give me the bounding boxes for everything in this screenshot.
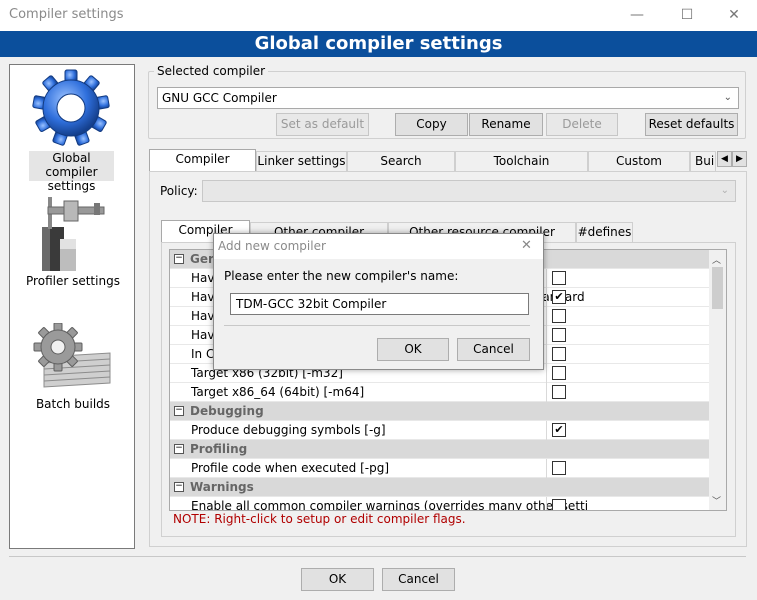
flag-checkbox[interactable] — [552, 461, 566, 475]
column-divider — [546, 269, 547, 288]
column-divider — [546, 383, 547, 402]
settings-nav: Global compiler settings Profiler settin… — [9, 64, 135, 549]
chevron-down-icon: ⌄ — [720, 185, 729, 196]
subtab-defines[interactable]: #defines — [576, 222, 633, 242]
reset-defaults-button[interactable]: Reset defaults — [645, 113, 738, 136]
column-divider — [546, 288, 547, 307]
flag-option-row[interactable]: Target x86_64 (64bit) [-m64] — [170, 383, 709, 402]
flag-category-row[interactable]: − Warnings — [170, 478, 709, 497]
flag-category-row[interactable]: − Debugging — [170, 402, 709, 421]
collapse-icon[interactable]: − — [174, 406, 184, 416]
compiler-name-value: TDM-GCC 32bit Compiler — [236, 297, 387, 311]
nav-item-batch-builds[interactable]: Batch builds — [16, 397, 130, 413]
close-button[interactable]: ✕ — [711, 0, 757, 31]
collapse-icon[interactable]: − — [174, 444, 184, 454]
flag-checkbox[interactable] — [552, 271, 566, 285]
flag-category-label: Profiling — [190, 442, 248, 456]
flag-checkbox[interactable]: ✔ — [552, 423, 566, 437]
flag-option-label: Enable all common compiler warnings (ove… — [191, 499, 589, 511]
column-divider — [546, 421, 547, 440]
column-divider — [546, 364, 547, 383]
flag-option-label: Profile code when executed [-pg] — [191, 461, 390, 475]
page-title: Global compiler settings — [0, 31, 757, 57]
column-divider — [546, 307, 547, 326]
minimize-button[interactable]: — — [614, 0, 660, 31]
column-divider — [546, 345, 547, 364]
compiler-name-input[interactable]: TDM-GCC 32bit Compiler — [230, 293, 529, 315]
tab-toolchain-executables[interactable]: Toolchain executables — [455, 151, 588, 187]
nav-item-label: Global compiler settings — [45, 151, 98, 193]
flag-category-label: Debugging — [190, 404, 264, 418]
flag-checkbox[interactable] — [552, 309, 566, 323]
flag-category-row[interactable]: − Profiling — [170, 440, 709, 459]
tab-compiler-settings[interactable]: Compiler settings — [149, 149, 256, 185]
scroll-down-icon[interactable]: ﹀ — [712, 494, 721, 507]
tab-scroll-right-button[interactable]: ▶ — [732, 151, 747, 167]
flags-scrollbar[interactable]: ︿ ﹀ — [709, 250, 726, 510]
flag-option-label: Target x86_64 (64bit) [-m64] — [191, 385, 365, 399]
tab-custom-variables[interactable]: Custom variables — [588, 151, 690, 187]
nav-item-label: Batch builds — [35, 397, 111, 411]
nav-item-profiler-settings[interactable]: Profiler settings — [16, 274, 130, 290]
collapse-icon[interactable]: − — [174, 482, 184, 492]
dialog-divider — [224, 325, 530, 326]
flag-option-row[interactable]: Enable all common compiler warnings (ove… — [170, 497, 709, 511]
flag-checkbox[interactable]: ✔ — [552, 290, 566, 304]
column-divider — [546, 459, 547, 478]
flag-category-label: Warnings — [190, 480, 254, 494]
tab-search-directories[interactable]: Search directories — [347, 151, 455, 187]
dialog-title: Add new compiler — [218, 239, 326, 253]
nav-item-global-compiler-settings[interactable]: Global compiler settings — [29, 151, 114, 193]
maximize-button[interactable]: ☐ — [664, 0, 710, 31]
flag-checkbox[interactable] — [552, 499, 566, 510]
tab-scroll-left-button[interactable]: ◀ — [717, 151, 732, 167]
arrow-left-icon: ◀ — [721, 154, 728, 164]
title-bar: Compiler settings — ☐ ✕ — [0, 0, 757, 31]
tab-linker-settings[interactable]: Linker settings — [256, 151, 347, 171]
delete-button[interactable]: Delete — [546, 113, 618, 136]
tab-build-options[interactable]: Bui — [690, 151, 716, 171]
arrow-right-icon: ▶ — [736, 154, 743, 164]
dialog-close-button[interactable]: ✕ — [521, 238, 532, 253]
copy-button[interactable]: Copy — [395, 113, 468, 136]
rename-button[interactable]: Rename — [469, 113, 543, 136]
selected-compiler-legend: Selected compiler — [154, 64, 269, 78]
caliper-icon — [34, 191, 106, 273]
cancel-button[interactable]: Cancel — [382, 568, 455, 591]
scroll-up-icon[interactable]: ︿ — [712, 253, 721, 266]
compiler-flags-note: NOTE: Right-click to setup or edit compi… — [173, 512, 466, 526]
footer-divider — [9, 556, 746, 557]
policy-label: Policy: — [160, 184, 198, 198]
dialog-prompt: Please enter the new compiler's name: — [224, 269, 459, 283]
compiler-select[interactable]: GNU GCC Compiler ⌄ — [157, 87, 739, 109]
nav-item-label: Profiler settings — [26, 274, 120, 288]
dialog-ok-button[interactable]: OK — [377, 338, 449, 361]
policy-select[interactable]: ⌄ — [202, 180, 736, 202]
flag-option-row[interactable]: Profile code when executed [-pg] — [170, 459, 709, 478]
dialog-title-bar: Add new compiler ✕ — [214, 234, 543, 259]
flag-checkbox[interactable] — [552, 328, 566, 342]
batch-gear-icon — [30, 322, 114, 389]
add-new-compiler-dialog: Add new compiler ✕ Please enter the new … — [213, 233, 544, 370]
collapse-icon[interactable]: − — [174, 254, 184, 264]
ok-button[interactable]: OK — [301, 568, 374, 591]
compiler-select-value: GNU GCC Compiler — [162, 91, 277, 105]
gear-icon — [32, 69, 110, 147]
scrollbar-thumb[interactable] — [712, 267, 723, 309]
dialog-cancel-button[interactable]: Cancel — [457, 338, 530, 361]
flag-checkbox[interactable] — [552, 347, 566, 361]
set-as-default-button[interactable]: Set as default — [276, 113, 369, 136]
chevron-down-icon: ⌄ — [723, 92, 732, 103]
column-divider — [546, 497, 547, 510]
window-title: Compiler settings — [9, 7, 124, 22]
column-divider — [546, 326, 547, 345]
flag-checkbox[interactable] — [552, 385, 566, 399]
flag-option-row[interactable]: Produce debugging symbols [-g] ✔ — [170, 421, 709, 440]
flag-option-label: Produce debugging symbols [-g] — [191, 423, 386, 437]
flag-checkbox[interactable] — [552, 366, 566, 380]
